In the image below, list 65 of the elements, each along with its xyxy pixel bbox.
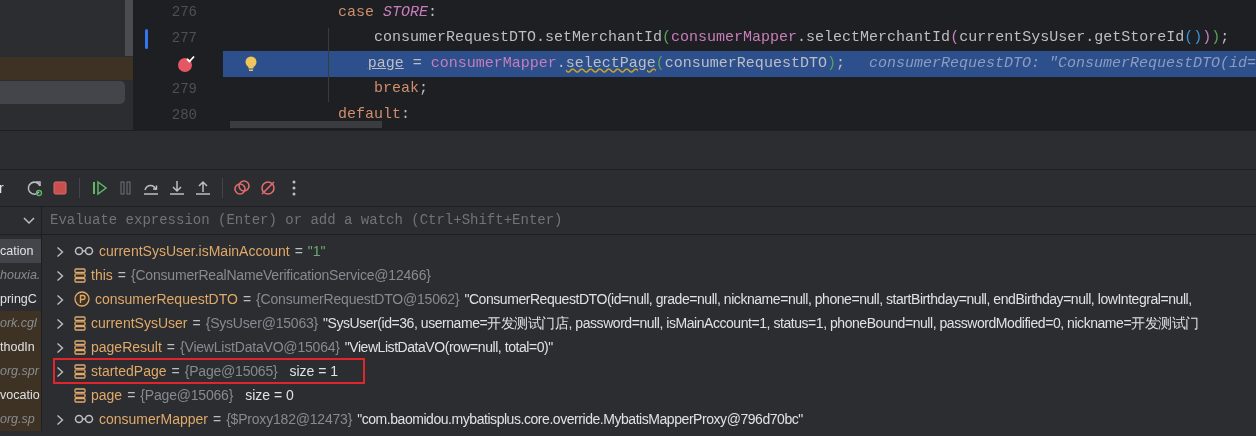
frame-item[interactable]: thodIn — [0, 335, 41, 359]
parameter-icon — [74, 291, 90, 307]
frame-item[interactable]: vocatio — [0, 383, 41, 407]
variable-type: {SysUser@15063} — [205, 314, 319, 332]
variable-name: consumerRequestDTO — [95, 290, 238, 308]
mute-breakpoints-icon[interactable] — [259, 179, 277, 197]
code-line: case STORE: — [338, 2, 438, 23]
glasses-icon — [74, 246, 94, 256]
scrollbar[interactable] — [230, 121, 382, 128]
field-icon — [74, 339, 86, 355]
inline-value-hint: consumerRequestDTO: "ConsumerRequestDTO(id= — [868, 53, 1256, 74]
variable-type: {ConsumerRealNameVerificationService@12466} — [131, 266, 431, 284]
lightbulb-icon[interactable] — [245, 56, 257, 72]
frame-item[interactable]: houxia. — [0, 263, 41, 287]
variable-value: "SysUser(id=36, username=开发测试门店, password=null, isMainAccount=1, status=1, phoneBound=null, passwordModified=0, nickname=开发测试门 — [323, 314, 1199, 332]
equals-sign: = — [212, 410, 222, 428]
breakpoint-icon[interactable] — [177, 55, 197, 73]
variable-name: startedPage — [91, 362, 167, 380]
step-into-icon[interactable] — [168, 179, 186, 197]
equals-sign: = — [192, 314, 201, 332]
rerun-icon[interactable] — [25, 179, 43, 197]
scrollbar[interactable] — [125, 0, 133, 56]
equals-sign: = — [294, 242, 303, 260]
variable-value: size = 0 — [245, 386, 294, 404]
variable-name: this — [91, 266, 113, 284]
frame-item[interactable]: pringC — [0, 287, 41, 311]
field-icon — [74, 315, 86, 331]
glasses-icon — [74, 414, 94, 424]
frame-item[interactable]: org.spr — [0, 359, 41, 383]
toolbar-label: r — [0, 178, 5, 198]
variable-type: {ViewListDataVO@15064} — [180, 338, 340, 356]
variable-value: "ViewListDataVO(row=null, total=0)" — [344, 338, 553, 356]
frame-item[interactable]: cation — [0, 239, 41, 263]
step-out-icon[interactable] — [194, 179, 212, 197]
code-line: default: — [338, 104, 411, 125]
variable-name: page — [91, 386, 123, 404]
equals-sign: = — [117, 266, 126, 284]
variable-name: consumerMapper — [99, 410, 208, 428]
variable-type: {Page@15066} — [140, 386, 234, 404]
frame-item[interactable]: org.sp — [0, 407, 41, 431]
variable-value: "com.baomidou.mybatisplus.core.override.MybatisMapperProxy@796d70bc" — [357, 410, 803, 428]
variable-type: {$Proxy182@12473} — [226, 410, 353, 428]
frame-item[interactable]: ork.cgl — [0, 311, 41, 335]
variable-value: size = 1 — [289, 362, 339, 380]
equals-sign: = — [242, 290, 252, 308]
field-icon — [74, 387, 86, 403]
variable-type: {ConsumerRequestDTO@15062} — [256, 290, 460, 308]
variable-name: pageResult — [91, 338, 162, 356]
field-icon — [74, 363, 86, 379]
variable-value: "1" — [307, 242, 326, 260]
equals-sign: = — [127, 386, 136, 404]
field-icon — [74, 267, 86, 283]
variable-value: "ConsumerRequestDTO(id=null, grade=null, nickname=null, phone=null, startBirthday=null, endBirthday=null, lowIntegral=null, — [464, 290, 1192, 308]
code-line: break; — [374, 79, 429, 100]
code-line: consumerRequestDTO.setMerchantId(consumerMapper.selectMerchantId(currentSysUser.getStoreId())); — [374, 28, 1230, 49]
stop-icon[interactable] — [51, 179, 69, 197]
equals-sign: = — [166, 338, 175, 356]
breakpoints-icon[interactable] — [233, 179, 251, 197]
variable-name: currentSysUser — [91, 314, 188, 332]
code-line: page = consumerMapper.selectPage(consumerRequestDTO); — [367, 53, 845, 74]
variable-type: {Page@15065} — [184, 362, 278, 380]
resume-icon[interactable] — [90, 179, 108, 197]
chevron-down-icon[interactable] — [23, 216, 35, 225]
variable-name: currentSysUser.isMainAccount — [99, 242, 290, 260]
equals-sign: = — [171, 362, 180, 380]
